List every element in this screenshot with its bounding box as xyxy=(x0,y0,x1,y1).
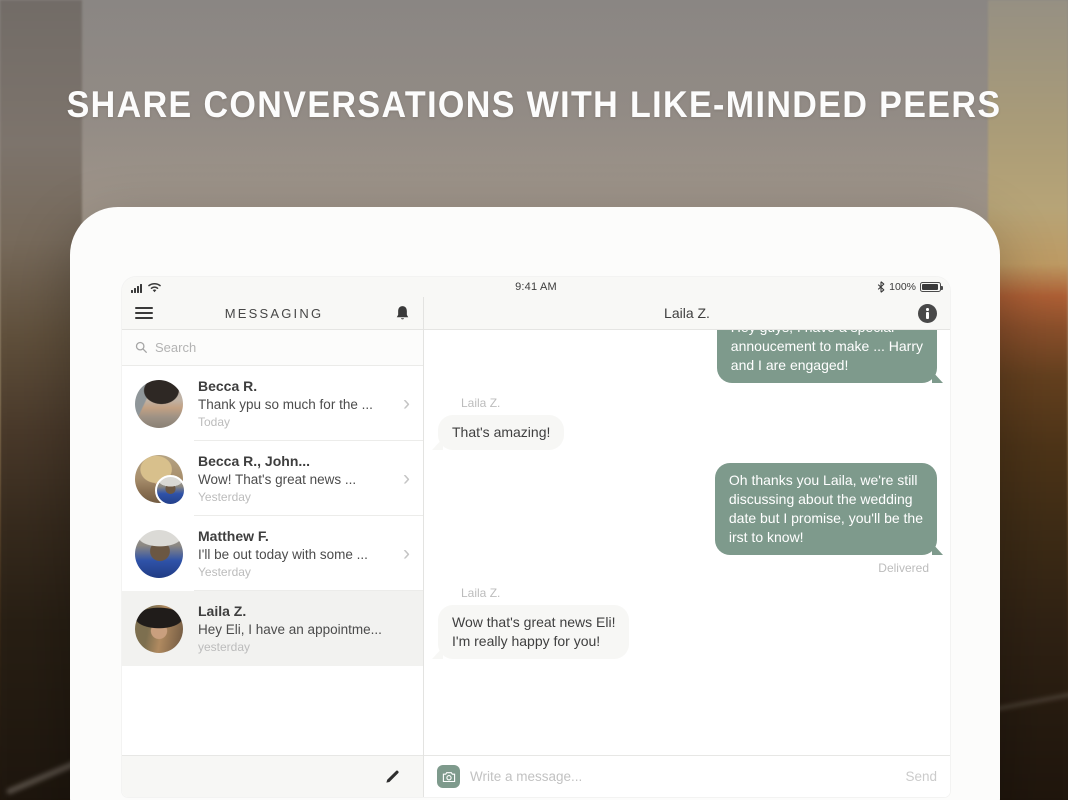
menu-icon[interactable] xyxy=(135,307,153,319)
avatar xyxy=(135,379,183,428)
send-button[interactable]: Send xyxy=(905,769,937,784)
avatar xyxy=(155,474,186,506)
battery-percent: 100% xyxy=(889,281,916,293)
search-icon xyxy=(135,341,147,353)
panel-title: MESSAGING xyxy=(224,305,324,321)
conversations-panel: MESSAGING Search Becca R. Thank ypu so m… xyxy=(122,297,424,797)
conversation-preview: Hey Eli, I have an appointme... xyxy=(198,622,382,637)
chevron-right-icon: › xyxy=(403,542,410,565)
avatar xyxy=(135,529,183,578)
conversation-time: yesterday xyxy=(198,640,251,654)
outgoing-message: Hey guys, I have a special annoucement t… xyxy=(716,330,937,383)
conversation-preview: Wow! That's great news ... xyxy=(198,472,357,487)
chevron-right-icon: › xyxy=(403,467,410,490)
conversation-preview: I'll be out today with some ... xyxy=(198,547,368,562)
notifications-bell-icon[interactable] xyxy=(395,305,410,322)
bluetooth-icon xyxy=(877,281,885,293)
app-screenshot: 9:41 AM 100% MESSAGING Search Becca R. T… xyxy=(122,277,950,797)
sender-name: Laila Z. xyxy=(461,586,501,600)
outgoing-message: Oh thanks you Laila, we're still discuss… xyxy=(714,463,937,555)
conversation-name: Matthew F. xyxy=(198,528,269,544)
conversation-preview: Thank ypu so much for the ... xyxy=(198,397,373,412)
search-input[interactable] xyxy=(155,340,410,355)
compose-pencil-icon[interactable] xyxy=(384,768,401,785)
conversation-text: Matthew F. I'll be out today with some .… xyxy=(198,527,397,580)
conversation-time: Yesterday xyxy=(198,490,251,504)
conversation-item-becca[interactable]: Becca R. Thank ypu so much for the ... T… xyxy=(122,366,423,441)
status-right-group: 100% xyxy=(877,281,943,293)
search-bar[interactable] xyxy=(122,330,423,366)
message-input[interactable] xyxy=(470,769,896,784)
conversation-time: Today xyxy=(198,415,231,429)
battery-icon xyxy=(920,282,943,292)
avatar-group xyxy=(135,454,186,506)
message-list: Hey guys, I have a special annoucement t… xyxy=(424,330,950,755)
conversation-name: Becca R. xyxy=(198,378,258,394)
promo-headline: SHARE CONVERSATIONS WITH LIKE-MINDED PEE… xyxy=(66,84,1002,125)
status-time: 9:41 AM xyxy=(515,281,557,293)
conversation-time: Yesterday xyxy=(198,565,251,579)
avatar xyxy=(135,604,183,653)
conversation-list: Becca R. Thank ypu so much for the ... T… xyxy=(122,366,423,755)
chevron-right-icon: › xyxy=(403,392,410,415)
conversation-name: Laila Z. xyxy=(198,603,247,619)
delivery-status: Delivered xyxy=(878,561,929,575)
incoming-message: That's amazing! xyxy=(438,415,565,450)
device-card: 9:41 AM 100% MESSAGING Search Becca R. T… xyxy=(70,207,1000,800)
app-main: MESSAGING Search Becca R. Thank ypu so m… xyxy=(122,297,950,797)
sender-name: Laila Z. xyxy=(461,396,501,410)
conversation-item-matthew[interactable]: Matthew F. I'll be out today with some .… xyxy=(122,516,423,591)
conversation-item-becca-john[interactable]: Becca R., John... Wow! That's great news… xyxy=(122,441,423,516)
camera-icon[interactable] xyxy=(437,765,460,788)
conversation-name: Becca R., John... xyxy=(198,453,311,469)
status-bar: 9:41 AM 100% xyxy=(122,277,950,297)
conversation-text: Laila Z. Hey Eli, I have an appointme...… xyxy=(198,602,410,655)
panel-header: MESSAGING xyxy=(122,297,423,330)
info-icon[interactable] xyxy=(918,304,937,323)
chat-panel: Laila Z. Hey guys, I have a special anno… xyxy=(424,297,950,797)
compose-bar: Send xyxy=(424,755,950,797)
conversation-item-laila[interactable]: Laila Z. Hey Eli, I have an appointme...… xyxy=(122,591,423,666)
panel-footer xyxy=(122,755,423,797)
chat-title: Laila Z. xyxy=(664,305,710,321)
conversation-text: Becca R. Thank ypu so much for the ... T… xyxy=(198,377,397,430)
incoming-message: Wow that's great news Eli! I'm really ha… xyxy=(438,605,630,659)
chat-header: Laila Z. xyxy=(424,297,950,330)
conversation-text: Becca R., John... Wow! That's great news… xyxy=(198,452,397,505)
